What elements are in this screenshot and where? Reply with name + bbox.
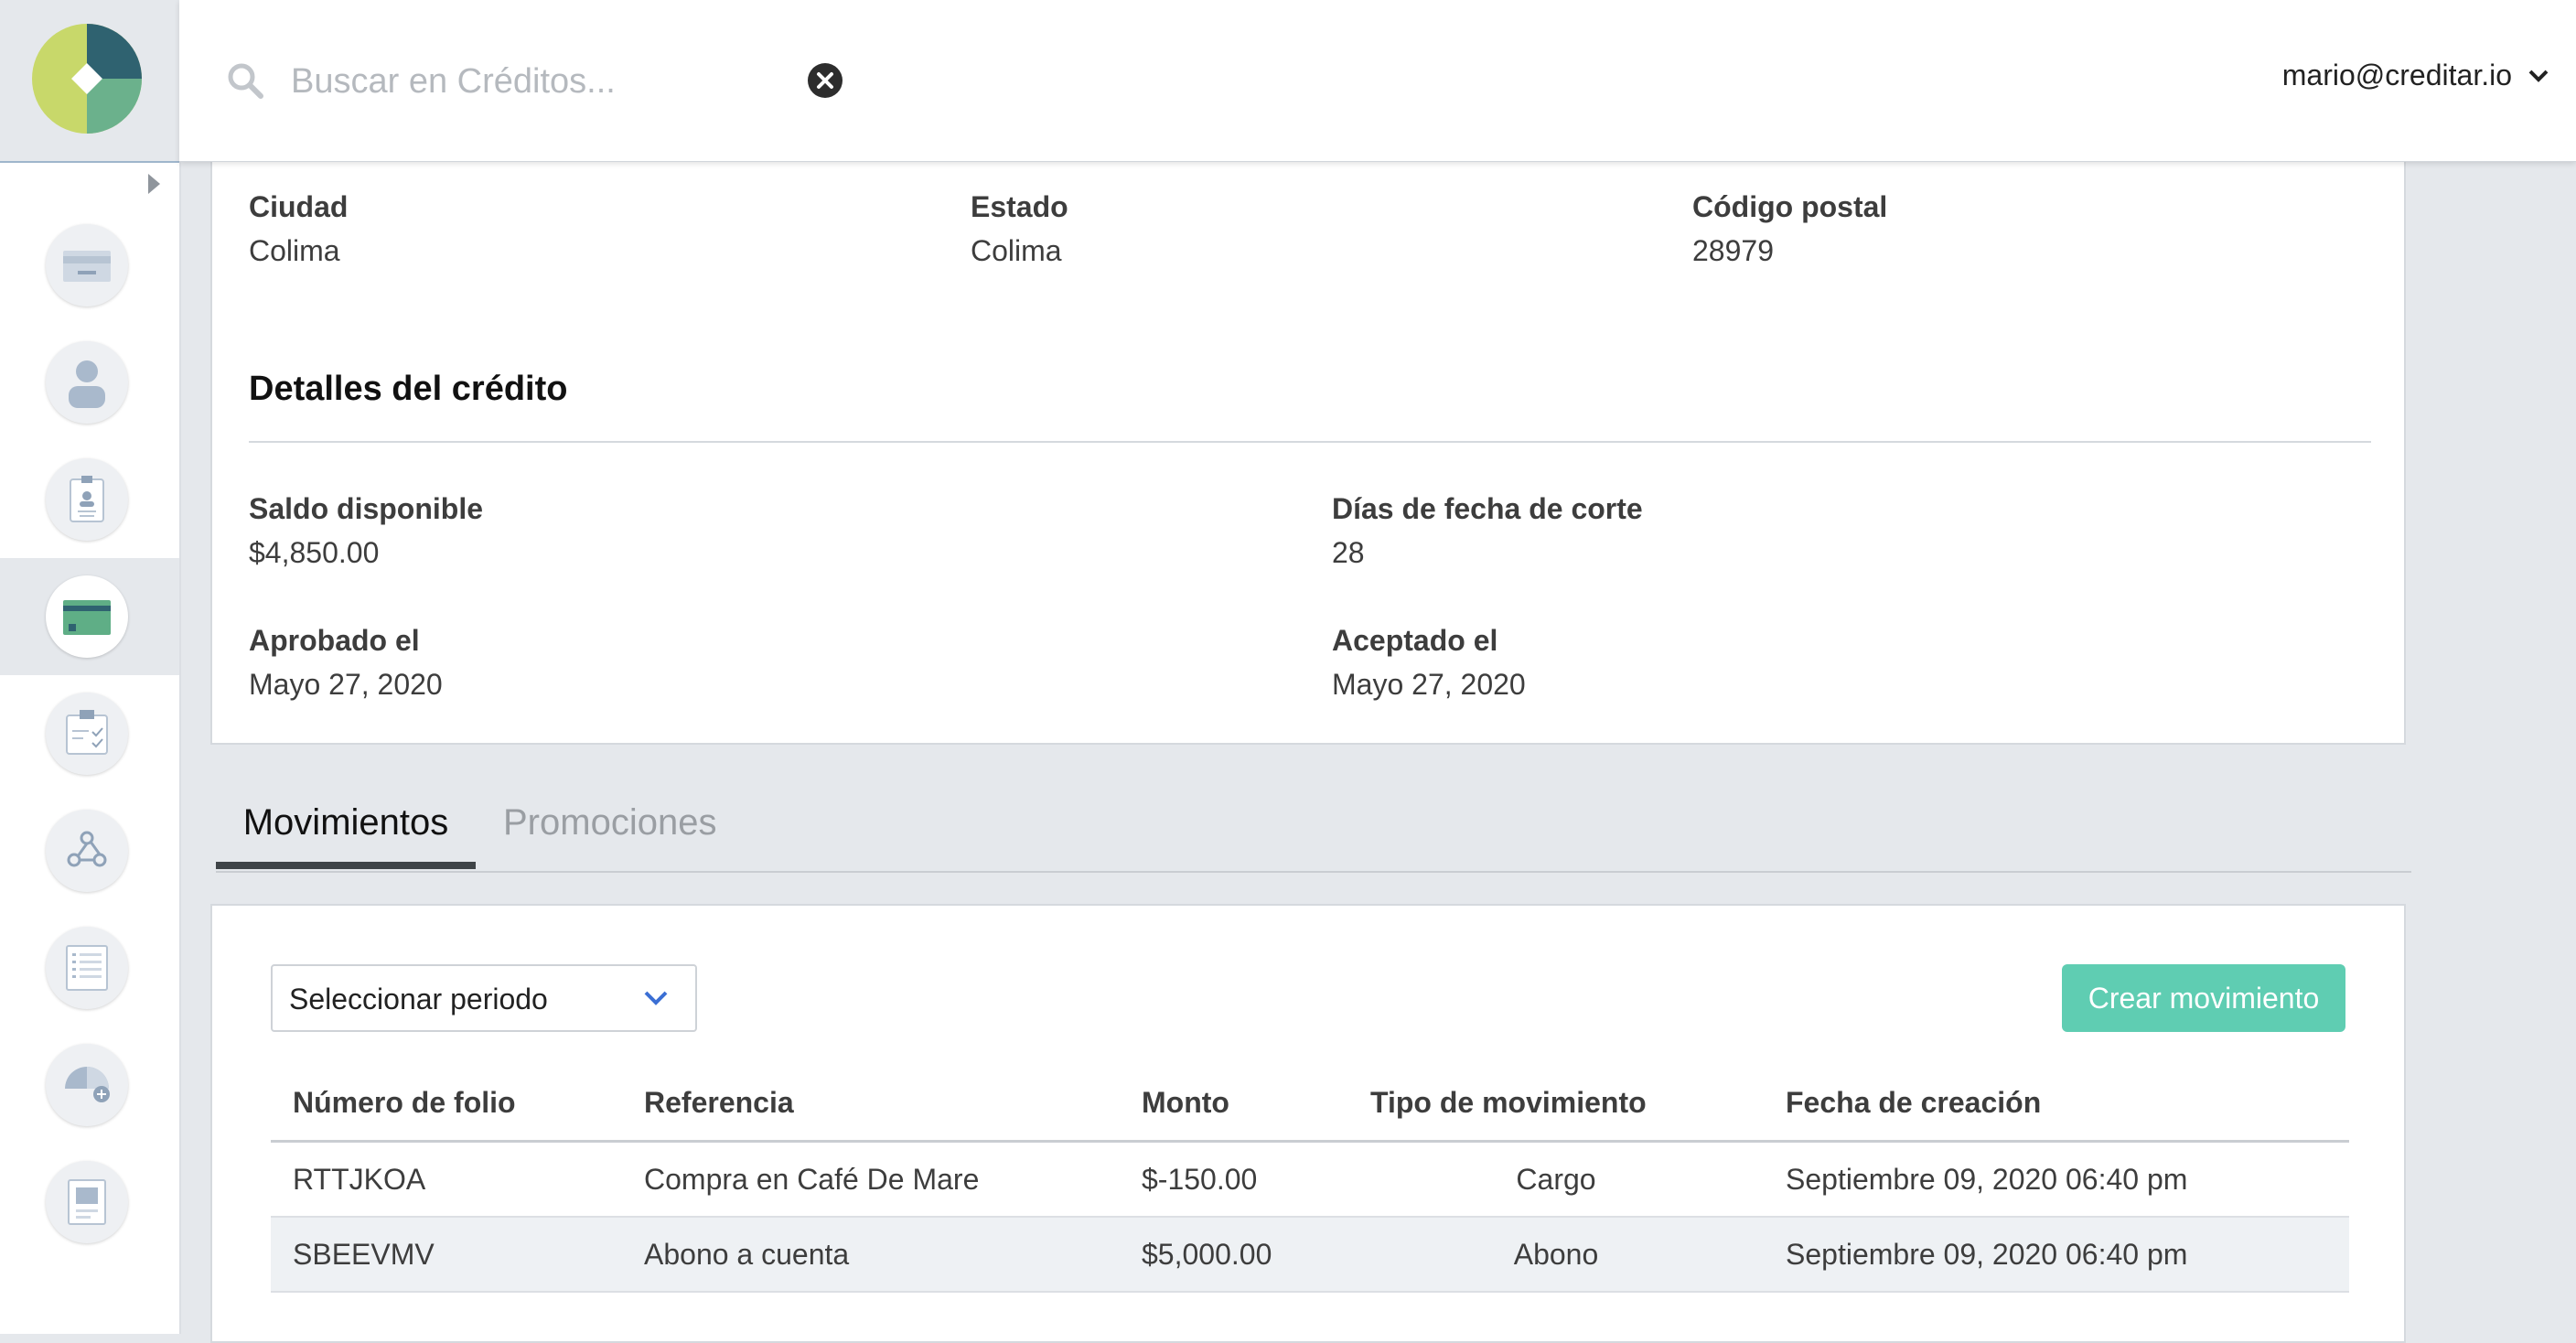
period-select-label: Seleccionar periodo	[289, 983, 548, 1015]
create-movement-button[interactable]: Crear movimiento	[2062, 964, 2345, 1032]
reference-cell: Abono a cuenta	[622, 1217, 1120, 1293]
available-balance-label: Saldo disponible	[249, 492, 484, 525]
chevron-down-icon	[2528, 70, 2549, 82]
sidebar-item-clients[interactable]	[0, 441, 179, 558]
period-select[interactable]: Seleccionar periodo	[271, 964, 697, 1032]
accepted-field: Aceptado el Mayo 27, 2020	[1332, 622, 1526, 703]
sidebar-item-users[interactable]	[0, 324, 179, 441]
document-icon	[46, 1161, 128, 1243]
amount-cell: $5,000.00	[1120, 1217, 1348, 1293]
accepted-value: Mayo 27, 2020	[1332, 668, 1526, 701]
sidebar-item-credits[interactable]	[0, 558, 179, 675]
webhook-icon	[46, 810, 128, 892]
column-header-folio[interactable]: Número de folio	[271, 1065, 622, 1143]
user-menu[interactable]: mario@creditar.io	[2282, 59, 2549, 92]
sidebar-item-webhooks[interactable]	[0, 792, 179, 909]
folio-cell: SBEEVMV	[271, 1217, 622, 1293]
column-header-type[interactable]: Tipo de movimiento	[1348, 1065, 1764, 1143]
column-header-reference[interactable]: Referencia	[622, 1065, 1120, 1143]
user-icon	[46, 341, 128, 424]
movements-table: Número de folio Referencia Monto Tipo de…	[271, 1065, 2349, 1293]
user-email: mario@creditar.io	[2281, 59, 2512, 91]
city-label: Ciudad	[249, 190, 349, 223]
sidebar-item-applications[interactable]	[0, 675, 179, 792]
state-value: Colima	[971, 234, 1062, 267]
sidebar	[0, 0, 181, 1334]
app-logo[interactable]	[32, 24, 142, 134]
city-value: Colima	[249, 234, 340, 267]
zip-field: Código postal 28979	[1692, 188, 1887, 269]
list-icon	[46, 927, 128, 1009]
table-row[interactable]: SBEEVMV Abono a cuenta $5,000.00 Abono S…	[271, 1217, 2349, 1293]
sidebar-expand-icon[interactable]	[148, 174, 160, 194]
approved-field: Aprobado el Mayo 27, 2020	[249, 622, 443, 703]
approved-value: Mayo 27, 2020	[249, 668, 443, 701]
state-label: Estado	[971, 190, 1068, 223]
reference-cell: Compra en Café De Mare	[622, 1141, 1120, 1218]
logo-area	[0, 0, 179, 163]
id-badge-icon	[46, 458, 128, 541]
tab-promociones[interactable]: Promociones	[503, 787, 723, 869]
clear-search-icon[interactable]	[807, 62, 843, 99]
credit-card-icon	[46, 575, 128, 658]
tabs: Movimientos Promociones	[216, 787, 2411, 873]
approved-label: Aprobado el	[249, 624, 420, 657]
cut-day-field: Días de fecha de corte 28	[1332, 490, 1643, 571]
type-cell: Cargo	[1348, 1141, 1764, 1218]
cut-day-label: Días de fecha de corte	[1332, 492, 1643, 525]
tab-movimientos[interactable]: Movimientos	[216, 787, 476, 869]
folio-cell: RTTJKOA	[271, 1141, 622, 1218]
table-row[interactable]: RTTJKOA Compra en Café De Mare $-150.00 …	[271, 1141, 2349, 1218]
amount-cell: $-150.00	[1120, 1141, 1348, 1218]
sidebar-item-reports[interactable]	[0, 909, 179, 1026]
sidebar-item-documents[interactable]	[0, 1144, 179, 1261]
table-header-row: Número de folio Referencia Monto Tipo de…	[271, 1065, 2349, 1143]
credit-details-title: Detalles del crédito	[249, 370, 568, 408]
zip-label: Código postal	[1692, 190, 1888, 223]
search-icon	[228, 63, 263, 99]
chevron-down-icon	[644, 991, 668, 1005]
sidebar-item-cards[interactable]	[0, 207, 179, 324]
date-cell: Septiembre 09, 2020 06:40 pm	[1764, 1217, 2349, 1293]
column-header-date[interactable]: Fecha de creación	[1764, 1065, 2349, 1143]
card-icon	[46, 224, 128, 306]
movements-card: Seleccionar periodo Crear movimiento Núm…	[210, 904, 2406, 1343]
section-divider	[249, 441, 2371, 443]
column-header-amount[interactable]: Monto	[1120, 1065, 1348, 1143]
top-header: mario@creditar.io	[179, 0, 2576, 162]
state-field: Estado Colima	[971, 188, 1068, 269]
city-field: Ciudad Colima	[249, 188, 348, 269]
zip-value: 28979	[1692, 234, 1774, 267]
available-balance-field: Saldo disponible $4,850.00	[249, 490, 483, 571]
search-input[interactable]	[289, 53, 805, 110]
accepted-label: Aceptado el	[1332, 624, 1498, 657]
available-balance-value: $4,850.00	[249, 536, 380, 569]
gauge-add-icon	[46, 1044, 128, 1126]
sidebar-item-scoring[interactable]	[0, 1026, 179, 1144]
date-cell: Septiembre 09, 2020 06:40 pm	[1764, 1141, 2349, 1218]
clipboard-check-icon	[46, 693, 128, 775]
type-cell: Abono	[1348, 1217, 1764, 1293]
credit-details-card: Ciudad Colima Estado Colima Código posta…	[210, 146, 2406, 745]
cut-day-value: 28	[1332, 536, 1365, 569]
